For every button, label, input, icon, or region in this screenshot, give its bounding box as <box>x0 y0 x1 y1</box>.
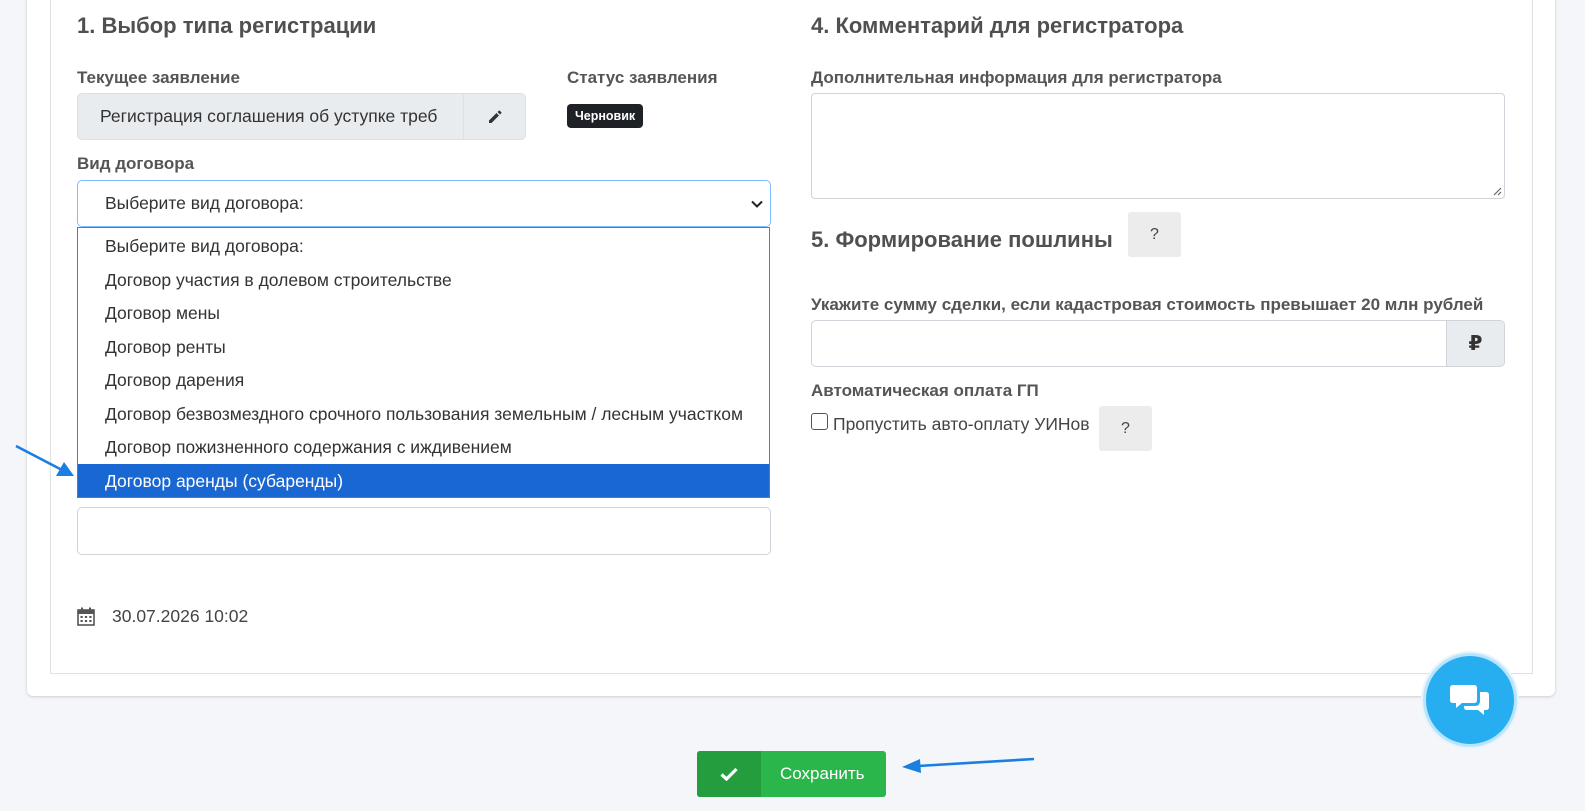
chevron-down-icon <box>751 200 763 208</box>
text-input[interactable] <box>77 507 771 555</box>
calendar-icon <box>77 607 95 626</box>
option-gift[interactable]: Договор дарения <box>78 363 769 397</box>
option-shared-construction[interactable]: Договор участия в долевом строительстве <box>78 263 769 297</box>
current-app-label: Текущее заявление <box>77 68 240 87</box>
skip-autopay-checkbox[interactable] <box>811 413 828 430</box>
date-row: 30.07.2026 10:02 <box>77 606 248 627</box>
contract-type-dropdown: Выберите вид договора: Договор участия в… <box>77 227 770 498</box>
resize-grip-icon[interactable] <box>1492 186 1502 196</box>
status-label: Статус заявления <box>567 68 718 87</box>
save-label: Сохранить <box>780 764 865 783</box>
registrar-info-label: Дополнительная информация для регистрато… <box>811 68 1222 87</box>
contract-type-label: Вид договора <box>77 154 195 173</box>
deal-sum-field: ₽ <box>811 320 1505 367</box>
duty-help-button[interactable]: ? <box>1128 212 1181 257</box>
deal-sum-label: Укажите сумму сделки, если кадастровая с… <box>811 295 1484 314</box>
current-app-field: Регистрация соглашения об уступке треб <box>77 93 526 140</box>
option-placeholder[interactable]: Выберите вид договора: <box>78 229 769 263</box>
chat-icon <box>1450 685 1489 715</box>
deal-sum-input[interactable] <box>812 321 1446 366</box>
section4-title: 4. Комментарий для регистратора <box>811 13 1184 38</box>
section1-title: 1. Выбор типа регистрации <box>77 13 377 38</box>
option-lease[interactable]: Договор аренды (субаренды) <box>78 463 769 497</box>
skip-autopay-row: Пропустить авто-оплату УИНов <box>811 413 1090 435</box>
chat-button[interactable] <box>1426 656 1514 744</box>
skip-autopay-help-button[interactable]: ? <box>1099 406 1152 451</box>
contract-type-selected: Выберите вид договора: <box>105 193 304 213</box>
section5-title: 5. Формирование пошлины <box>811 227 1113 252</box>
date-value: 30.07.2026 10:02 <box>112 606 249 626</box>
check-icon <box>720 767 738 781</box>
skip-autopay-label[interactable]: Пропустить авто-оплату УИНов <box>833 414 1090 435</box>
save-icon-area <box>697 751 761 797</box>
ruble-addon: ₽ <box>1446 321 1504 366</box>
contract-type-select[interactable]: Выберите вид договора: <box>77 180 771 227</box>
option-exchange[interactable]: Договор мены <box>78 296 769 330</box>
current-app-value: Регистрация соглашения об уступке треб <box>100 106 438 126</box>
option-free-use-land[interactable]: Договор безвозмездного срочного пользова… <box>78 397 769 431</box>
option-lifelong-maintenance[interactable]: Договор пожизненного содержания с иждиве… <box>78 430 769 464</box>
status-badge: Черновик <box>567 104 644 128</box>
option-rent[interactable]: Договор ренты <box>78 330 769 364</box>
pencil-icon <box>488 109 502 123</box>
annotation-arrow-right <box>902 757 1035 773</box>
edit-app-button[interactable] <box>463 94 525 139</box>
auto-pay-label: Автоматическая оплата ГП <box>811 381 1039 400</box>
registrar-comment-textarea[interactable] <box>811 93 1505 199</box>
save-button[interactable]: Сохранить <box>697 751 886 797</box>
annotation-arrow-left <box>15 444 74 476</box>
